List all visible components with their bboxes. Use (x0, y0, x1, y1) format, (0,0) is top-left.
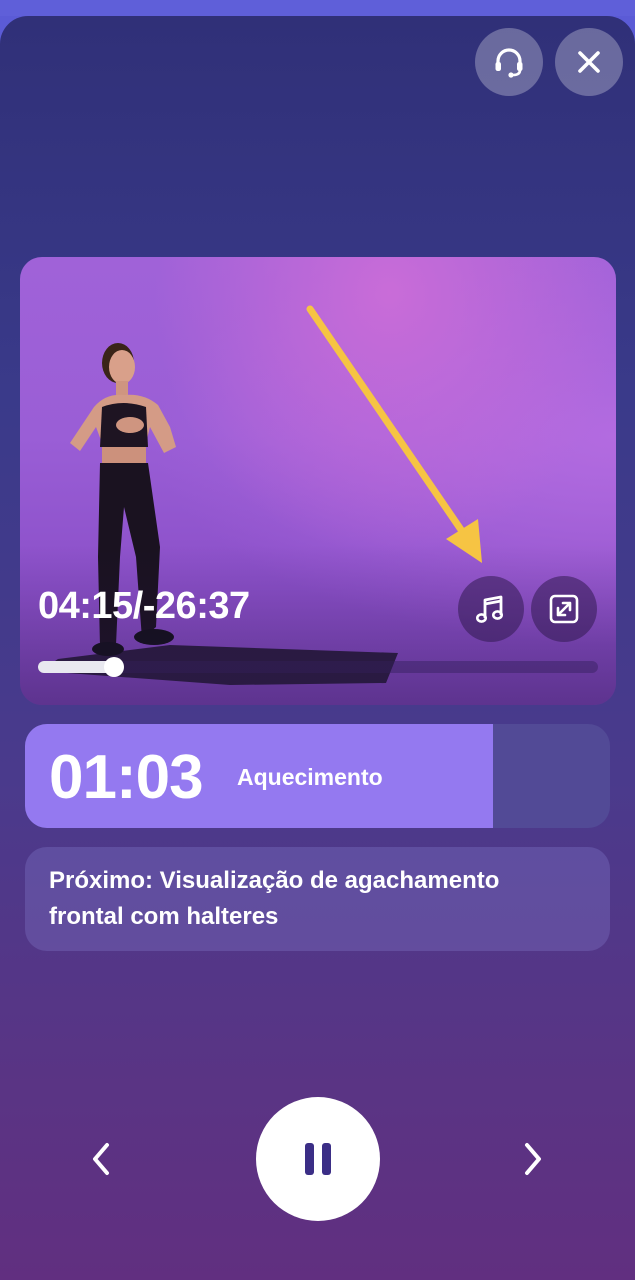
music-button[interactable] (458, 576, 524, 642)
close-icon (578, 51, 600, 73)
next-exercise-card[interactable]: Próximo: Visualização de agachamento fro… (25, 847, 610, 951)
close-button[interactable] (555, 28, 623, 96)
support-button[interactable] (475, 28, 543, 96)
headset-icon (495, 48, 523, 78)
elapsed-time: 04:15 (38, 585, 133, 627)
pause-button[interactable] (256, 1097, 380, 1221)
playback-time: 04:15/-26:37 (38, 585, 250, 628)
current-interval-card: 01:03 Aquecimento (25, 724, 610, 828)
video-progress-fill (38, 661, 114, 673)
annotation-arrow (306, 305, 482, 563)
workout-player-sheet: 04:15/-26:37 01:03 Aquecimento Próximo: … (0, 16, 635, 1280)
exercise-video[interactable]: 04:15/-26:37 (20, 257, 616, 705)
fullscreen-button[interactable] (531, 576, 597, 642)
next-button[interactable] (502, 1124, 562, 1194)
expand-icon (549, 594, 579, 624)
video-progress-bar[interactable] (38, 657, 598, 677)
remaining-time: -26:37 (142, 585, 250, 627)
pause-icon (301, 1143, 335, 1175)
next-exercise-text: Próximo: Visualização de agachamento fro… (49, 867, 500, 930)
video-progress-handle[interactable] (103, 657, 124, 677)
chevron-left-icon (93, 1143, 109, 1175)
interval-countdown: 01:03 (49, 743, 204, 812)
interval-label: Aquecimento (237, 764, 383, 790)
chevron-right-icon (525, 1143, 541, 1175)
music-note-icon (476, 595, 503, 623)
top-strip (0, 0, 635, 16)
time-separator: / (132, 585, 144, 627)
previous-button[interactable] (72, 1124, 132, 1194)
